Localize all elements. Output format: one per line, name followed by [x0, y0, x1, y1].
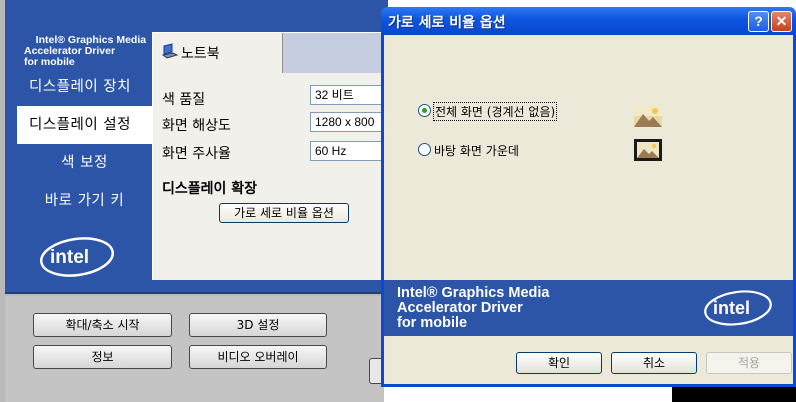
aspect-ratio-dialog: 가로 세로 비율 옵션 ? ✕ 전체 화면 (경계선 없음) 바탕 화면 가운데: [381, 7, 796, 387]
option-full-screen-label[interactable]: 전체 화면 (경계선 없음): [432, 102, 558, 121]
info-button[interactable]: 정보: [33, 345, 172, 369]
intel-logo-text: intel: [50, 247, 89, 268]
display-expand-title: 디스플레이 확장: [162, 181, 258, 197]
ok-button[interactable]: 확인: [516, 352, 602, 374]
nav-item-hot-keys[interactable]: 바로 가기 키: [17, 182, 152, 220]
cancel-button[interactable]: 취소: [611, 352, 697, 374]
nav-item-display-settings[interactable]: 디스플레이 설정: [17, 106, 152, 144]
intel-banner: Intel® Graphics Media Accelerator Driver…: [384, 280, 793, 336]
option-full-screen[interactable]: 전체 화면 (경계선 없음): [418, 102, 618, 121]
color-quality-label: 색 품질: [162, 92, 206, 108]
tab-notebook[interactable]: 노트북: [153, 33, 283, 73]
intel-logo: intel: [40, 237, 114, 277]
dialog-body: 전체 화면 (경계선 없음) 바탕 화면 가운데 Intel® Graphics…: [384, 35, 793, 384]
main-button-area: 확대/축소 시작 3D 설정 정보 비디오 오버레이: [5, 296, 384, 402]
resolution-label: 화면 해상도: [162, 118, 231, 134]
aspect-ratio-options-button[interactable]: 가로 세로 비율 옵션: [219, 203, 349, 223]
banner-logo-text: intel: [713, 298, 750, 318]
dialog-titlebar[interactable]: 가로 세로 비율 옵션 ? ✕: [381, 7, 796, 35]
full-screen-preview-icon: [634, 105, 662, 127]
close-icon: ✕: [775, 13, 788, 29]
settings-nav: 디스플레이 장치 디스플레이 설정 색 보정 바로 가기 키: [17, 68, 152, 220]
dialog-title: 가로 세로 비율 옵션: [388, 15, 506, 31]
option-center-desktop[interactable]: 바탕 화면 가운데: [418, 141, 618, 159]
radio-selected-dot: [422, 108, 427, 113]
video-overlay-button[interactable]: 비디오 오버레이: [189, 345, 327, 369]
zoom-start-button[interactable]: 확대/축소 시작: [33, 313, 172, 337]
nav-item-color-correction[interactable]: 색 보정: [17, 144, 152, 182]
apply-button[interactable]: 적용: [706, 352, 792, 374]
banner-intel-logo: intel: [704, 290, 772, 326]
color-quality-select[interactable]: 32 비트: [310, 85, 390, 105]
center-desktop-preview-icon: [634, 139, 662, 161]
radio-center-desktop[interactable]: [418, 143, 431, 156]
close-button[interactable]: ✕: [771, 11, 792, 32]
nav-item-display-devices[interactable]: 디스플레이 장치: [17, 68, 152, 106]
resolution-select[interactable]: 1280 x 800: [310, 112, 390, 132]
refresh-rate-select[interactable]: 60 Hz: [310, 141, 390, 161]
background-black-region: [672, 387, 796, 402]
radio-full-screen[interactable]: [418, 104, 431, 117]
help-icon: ?: [754, 13, 763, 29]
option-center-desktop-label[interactable]: 바탕 화면 가운데: [434, 142, 519, 159]
tab-strip: 노트북: [153, 33, 385, 73]
notebook-icon: [161, 43, 179, 59]
display-settings-panel: 노트북 색 품질 32 비트 화면 해상도 1280 x 800 화면 주사율 …: [152, 32, 390, 280]
banner-brand-text: Intel® Graphics Media Accelerator Driver…: [397, 285, 550, 331]
intel-gma-main-window: Intel® Graphics Media Accelerator Driver…: [0, 0, 390, 402]
brand-line: Intel® Graphics Media Accelerator Driver…: [24, 34, 147, 68]
refresh-rate-label: 화면 주사율: [162, 146, 231, 162]
3d-settings-button[interactable]: 3D 설정: [189, 313, 327, 337]
help-button[interactable]: ?: [748, 11, 769, 32]
tab-notebook-label: 노트북: [181, 46, 220, 62]
